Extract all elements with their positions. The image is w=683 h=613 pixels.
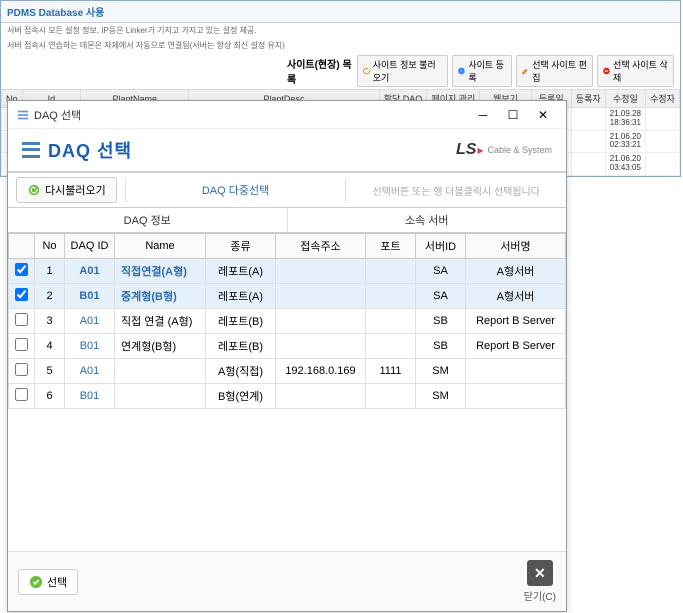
col-srvid: 서버ID bbox=[416, 234, 466, 259]
row-checkbox[interactable] bbox=[15, 388, 28, 401]
col-srvname: 서버명 bbox=[466, 234, 566, 259]
list-icon bbox=[22, 140, 42, 160]
col-reguser: 등록자 bbox=[571, 90, 605, 108]
section-daq-info: DAQ 정보 bbox=[8, 208, 288, 232]
row-checkbox[interactable] bbox=[15, 363, 28, 376]
row-checkbox[interactable] bbox=[15, 263, 28, 276]
check-icon bbox=[29, 575, 43, 589]
daq-row[interactable]: 5 A01 A형(직접) 192.168.0.169 1111 SM bbox=[9, 359, 566, 384]
import-site-button[interactable]: 사이트 정보 불러오기 bbox=[357, 55, 449, 87]
daq-row[interactable]: 6 B01 B형(연계) SM bbox=[9, 384, 566, 409]
daq-select-dialog: DAQ 선택 ─ ☐ ✕ DAQ 선택 LS ▸ Cable & System … bbox=[7, 100, 567, 612]
col-addr: 접속주소 bbox=[276, 234, 366, 259]
svg-text:i: i bbox=[461, 69, 462, 75]
col-moddate: 수정일 bbox=[605, 90, 645, 108]
col-name: Name bbox=[115, 234, 206, 259]
dialog-title: DAQ 선택 bbox=[34, 107, 468, 123]
subtitle-2: 서버 접속시 연습하는 데몬은 자체에서 자동으로 연결됨(서버는 항상 최신 … bbox=[1, 38, 680, 53]
section-header: DAQ 정보 소속 서버 bbox=[8, 208, 566, 233]
col-moduser: 수정자 bbox=[646, 90, 680, 108]
bg-toolbar: 사이트(현장) 목록 사이트 정보 불러오기 i 사이트 등록 선택 사이트 편… bbox=[1, 53, 680, 89]
reload-icon bbox=[27, 183, 41, 197]
row-checkbox[interactable] bbox=[15, 288, 28, 301]
daq-row[interactable]: 1 A01 직접연결(A형) 레포트(A) SA A형서버 bbox=[9, 259, 566, 284]
daq-table-header: No DAQ ID Name 종류 접속주소 포트 서버ID 서버명 bbox=[9, 234, 566, 259]
hint-text: 선택버튼 또는 행 더블클릭시 선택됩니다 bbox=[345, 179, 566, 202]
ls-logo: LS ▸ Cable & System bbox=[456, 141, 552, 159]
close-label: 닫기(C) bbox=[524, 588, 556, 603]
col-type: 종류 bbox=[206, 234, 276, 259]
logo-arrow-icon: ▸ bbox=[477, 143, 483, 157]
daq-table: No DAQ ID Name 종류 접속주소 포트 서버ID 서버명 1 A01… bbox=[8, 233, 566, 409]
refresh-icon bbox=[362, 66, 371, 76]
daq-row[interactable]: 3 A01 직접 연결 (A형) 레포트(B) SB Report B Serv… bbox=[9, 309, 566, 334]
minimize-button[interactable]: ─ bbox=[468, 104, 498, 126]
col-port: 포트 bbox=[366, 234, 416, 259]
section-server: 소속 서버 bbox=[288, 208, 567, 232]
select-button[interactable]: 선택 bbox=[18, 569, 78, 595]
site-list-label: 사이트(현장) 목록 bbox=[287, 56, 353, 86]
row-checkbox[interactable] bbox=[15, 313, 28, 326]
edit-icon bbox=[521, 66, 530, 76]
reload-button[interactable]: 다시불러오기 bbox=[16, 177, 117, 203]
app-icon bbox=[16, 108, 30, 122]
delete-site-button[interactable]: 선택 사이트 삭제 bbox=[597, 55, 674, 87]
window-title: PDMS Database 사용 bbox=[1, 1, 680, 23]
close-area: ✕ 닫기(C) bbox=[524, 560, 556, 603]
col-daqid: DAQ ID bbox=[65, 234, 115, 259]
sub-toolbar: 다시불러오기 DAQ 다중선택 선택버튼 또는 행 더블클릭시 선택됩니다 bbox=[8, 173, 566, 208]
dialog-titlebar: DAQ 선택 ─ ☐ ✕ bbox=[8, 101, 566, 129]
dialog-header: DAQ 선택 LS ▸ Cable & System bbox=[8, 129, 566, 173]
daq-row[interactable]: 2 B01 중계형(B형) 레포트(A) SA A형서버 bbox=[9, 284, 566, 309]
close-button[interactable]: ✕ bbox=[528, 104, 558, 126]
maximize-button[interactable]: ☐ bbox=[498, 104, 528, 126]
subtitle-1: 서버 접속시 모든 설정 정보, IP등은 Linker가 기지고 가지고 있는… bbox=[1, 23, 680, 38]
col-checkbox bbox=[9, 234, 35, 259]
info-icon: i bbox=[457, 66, 466, 76]
dialog-footer: 선택 ✕ 닫기(C) bbox=[8, 551, 566, 611]
multi-select-tab[interactable]: DAQ 다중선택 bbox=[125, 178, 346, 202]
close-dialog-button[interactable]: ✕ bbox=[527, 560, 553, 586]
delete-icon bbox=[602, 66, 611, 76]
daq-row[interactable]: 4 B01 연계형(B형) 레포트(B) SB Report B Server bbox=[9, 334, 566, 359]
register-site-button[interactable]: i 사이트 등록 bbox=[452, 55, 512, 87]
row-checkbox[interactable] bbox=[15, 338, 28, 351]
edit-site-button[interactable]: 선택 사이트 편집 bbox=[516, 55, 593, 87]
dialog-header-title: DAQ 선택 bbox=[48, 137, 456, 163]
col-no: No bbox=[35, 234, 65, 259]
